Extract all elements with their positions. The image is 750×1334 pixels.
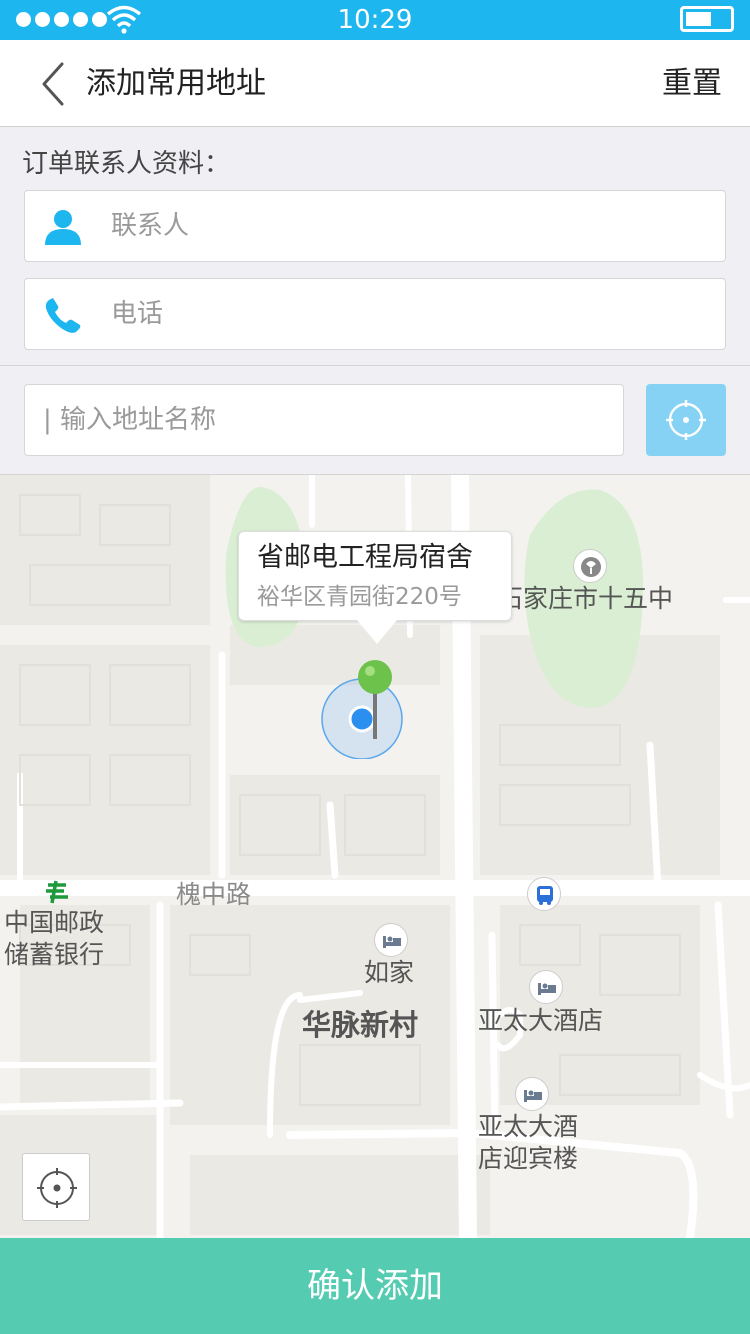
map-view[interactable]: 石家庄市十五中 槐中路 中国邮政 储蓄银行 如家 华脉新村 亚太大酒店 亚太大酒… (0, 475, 750, 1238)
map-label-village: 华脉新村 (302, 1008, 419, 1042)
school-icon[interactable] (573, 549, 607, 583)
callout-title: 省邮电工程局宿舍 (257, 542, 473, 573)
map-locate-button[interactable] (22, 1153, 90, 1221)
status-time: 10:29 (337, 5, 413, 35)
callout-subtitle: 裕华区青园街220号 (257, 584, 462, 610)
map-label-bank-line2: 储蓄银行 (4, 940, 105, 969)
nav-bar: 添加常用地址 重置 (0, 40, 750, 127)
contact-phone-field (24, 278, 726, 350)
person-icon (45, 210, 81, 245)
address-search-field (24, 384, 624, 456)
crosshair-icon (666, 400, 706, 440)
confirm-add-button[interactable]: 确认添加 (0, 1238, 750, 1334)
phone-icon (45, 298, 81, 333)
address-search-input[interactable] (43, 397, 603, 443)
battery-icon (680, 6, 734, 32)
status-bar: 10:29 (0, 0, 750, 40)
reset-button[interactable]: 重置 (662, 64, 722, 104)
hotel-bed-icon[interactable] (529, 970, 563, 1004)
crosshair-icon (37, 1168, 77, 1208)
map-label-hotel3-line2: 店迎宾楼 (478, 1144, 579, 1173)
contact-name-input[interactable] (111, 203, 701, 249)
bus-stop-icon[interactable] (527, 877, 561, 911)
post-office-icon[interactable] (44, 879, 70, 905)
location-callout[interactable]: 省邮电工程局宿舍 裕华区青园街220号 (238, 531, 512, 644)
map-label-bank-line1: 中国邮政 (4, 908, 105, 937)
contact-name-field (24, 190, 726, 262)
map-label-road: 槐中路 (176, 880, 252, 909)
chevron-left-icon[interactable] (34, 60, 74, 108)
address-search-section (0, 366, 750, 475)
page-title: 添加常用地址 (86, 66, 266, 101)
map-pin-icon[interactable] (320, 659, 404, 759)
hotel-bed-icon[interactable] (374, 923, 408, 957)
map-label-school: 石家庄市十五中 (498, 584, 674, 613)
contact-phone-input[interactable] (111, 291, 701, 337)
locate-button[interactable] (646, 384, 726, 456)
contact-section: 订单联系人资料： (0, 127, 750, 366)
contact-section-label: 订单联系人资料： (22, 149, 231, 179)
map-label-hotel2: 亚太大酒店 (478, 1006, 604, 1035)
map-label-hotel3-line1: 亚太大酒 (478, 1112, 579, 1141)
map-label-hotel1: 如家 (364, 958, 415, 987)
hotel-bed-icon[interactable] (515, 1077, 549, 1111)
